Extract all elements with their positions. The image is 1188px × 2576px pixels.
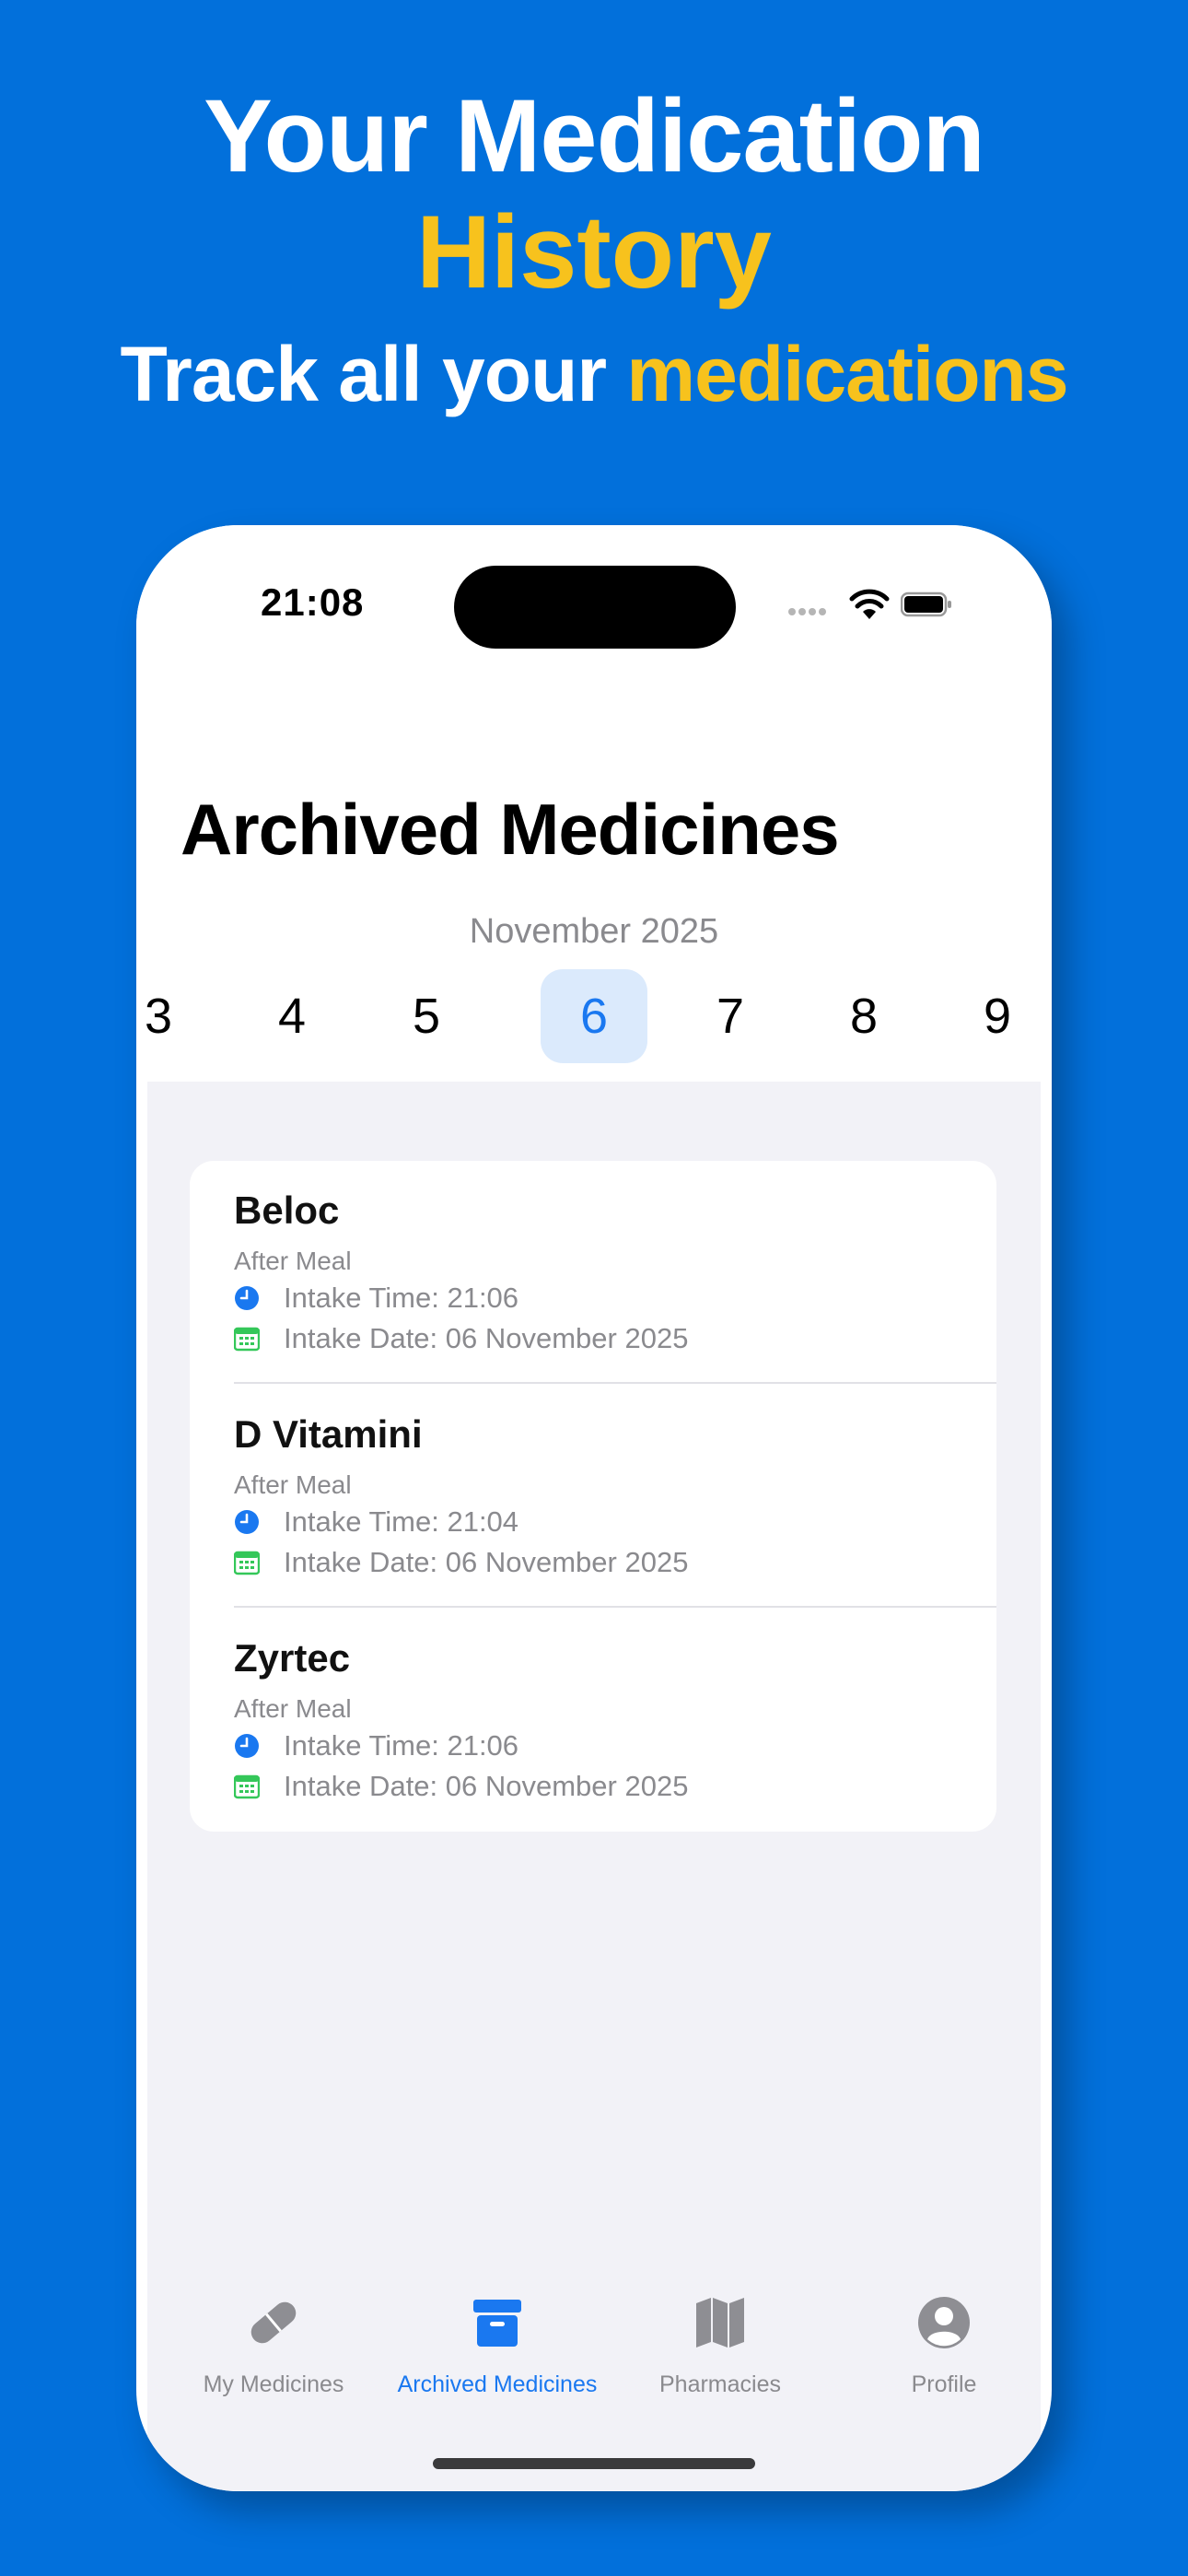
day-9[interactable]: 9: [944, 969, 1051, 1063]
tab-archived-medicines[interactable]: Archived Medicines: [387, 2294, 608, 2405]
clock-icon: [235, 1286, 259, 1310]
status-icons: [788, 588, 951, 625]
day-4[interactable]: 4: [239, 969, 345, 1063]
promo-headline-accent: History: [416, 194, 772, 310]
tab-label: Archived Medicines: [397, 2371, 598, 2397]
pill-icon: [250, 2301, 297, 2344]
intake-date-text: Intake Date: 06 November 2025: [284, 1546, 689, 1578]
archived-list: Beloc After Meal Intake Time: 21:06 Inta…: [190, 1161, 996, 1832]
home-indicator[interactable]: [433, 2458, 755, 2469]
medicine-name: Zyrtec: [234, 1636, 351, 1680]
status-time: 21:08: [261, 580, 365, 624]
calendar-month: November 2025: [469, 912, 719, 951]
clock-icon: [235, 1734, 259, 1758]
medicine-name: D Vitamini: [234, 1412, 423, 1456]
phone-frame: 21:08 Archived Medicines November 2025 3…: [136, 525, 1052, 2491]
archive-box-icon: [473, 2300, 521, 2347]
dynamic-island: [454, 566, 736, 649]
map-icon: [696, 2298, 744, 2348]
meal-timing: After Meal: [234, 1247, 352, 1275]
clock-icon: [235, 1510, 259, 1534]
promo-subheadline-accent: medications: [626, 331, 1068, 417]
tab-label: My Medicines: [203, 2371, 344, 2397]
row-divider: [234, 1382, 996, 1384]
person-circle-icon: [918, 2297, 970, 2348]
tab-label: Pharmacies: [659, 2371, 781, 2397]
day-8[interactable]: 8: [810, 969, 917, 1063]
meal-timing: After Meal: [234, 1470, 352, 1499]
intake-date-text: Intake Date: 06 November 2025: [284, 1322, 689, 1354]
day-3[interactable]: 3: [136, 969, 212, 1063]
list-item[interactable]: Beloc After Meal Intake Time: 21:06 Inta…: [190, 1161, 996, 1384]
meal-timing: After Meal: [234, 1694, 352, 1723]
tab-bar: My Medicines Archived Medicines Pharmaci…: [136, 2294, 1052, 2423]
promo-subheadline-text: Track all your: [120, 331, 627, 417]
day-5[interactable]: 5: [373, 969, 480, 1063]
promo-subheadline: Track all your medications: [0, 328, 1188, 420]
day-7[interactable]: 7: [677, 969, 784, 1063]
tab-pharmacies[interactable]: Pharmacies: [610, 2294, 831, 2405]
tab-label: Profile: [911, 2371, 977, 2397]
medicine-name: Beloc: [234, 1188, 340, 1232]
wifi-icon: [849, 589, 890, 619]
list-item[interactable]: D Vitamini After Meal Intake Time: 21:04…: [190, 1385, 996, 1608]
list-item[interactable]: Zyrtec After Meal Intake Time: 21:06 Int…: [190, 1609, 996, 1832]
tab-my-medicines[interactable]: My Medicines: [163, 2294, 384, 2405]
calendar-icon: [234, 1327, 260, 1352]
promo-headline: Your Medication: [204, 78, 985, 193]
page-title: Archived Medicines: [181, 789, 840, 870]
intake-time-text: Intake Time: 21:06: [284, 1282, 519, 1314]
battery-icon: [901, 591, 951, 617]
calendar-icon: [234, 1551, 260, 1575]
intake-date-text: Intake Date: 06 November 2025: [284, 1770, 689, 1802]
row-divider: [234, 1606, 996, 1608]
signal-dots-icon: [788, 608, 834, 617]
tab-profile[interactable]: Profile: [833, 2294, 1052, 2405]
day-6-selected[interactable]: 6: [541, 969, 647, 1063]
calendar-icon: [234, 1774, 260, 1799]
intake-time-text: Intake Time: 21:04: [284, 1505, 519, 1538]
intake-time-text: Intake Time: 21:06: [284, 1729, 519, 1762]
